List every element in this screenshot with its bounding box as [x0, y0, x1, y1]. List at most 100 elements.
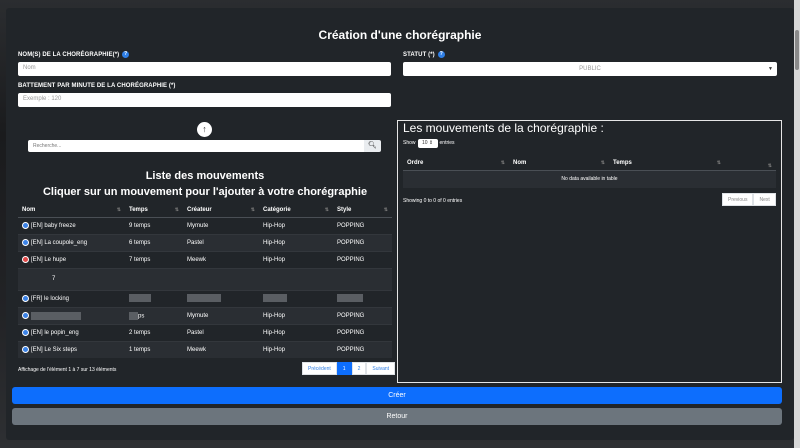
obscured-cell — [129, 293, 151, 302]
move-creator: Meewk — [183, 250, 259, 268]
move-creator: Meewk — [183, 340, 259, 358]
search-input[interactable]: Recherche... — [28, 140, 364, 152]
help-icon[interactable]: ? — [122, 51, 130, 58]
back-button[interactable]: Retour — [12, 408, 782, 425]
pagination-next[interactable]: Suivant — [366, 362, 396, 375]
col-style[interactable]: Style ⇅ — [333, 203, 392, 218]
arrow-up-icon: ↑ — [202, 124, 207, 134]
table-row: No data available in table — [403, 170, 776, 188]
move-category: Hip-Hop — [259, 340, 333, 358]
col-actions[interactable]: ⇅ — [725, 156, 776, 171]
sort-icon: ⇅ — [116, 206, 121, 213]
entries-select[interactable]: 10 ⇕ — [417, 139, 438, 148]
col-nom[interactable]: Nom ⇅ — [18, 203, 125, 218]
page-scrollbar[interactable] — [794, 0, 800, 448]
move-temps — [125, 289, 183, 307]
sort-icon: ⇅ — [500, 159, 505, 166]
table-row[interactable]: ps Mymute Hip-Hop POPPING — [18, 306, 392, 324]
move-category: Hip-Hop — [259, 233, 333, 251]
table-row[interactable]: [EN] le popin_eng 2 temps Pastel Hip-Hop… — [18, 323, 392, 341]
move-name: [FR] le locking — [31, 296, 70, 303]
move-style: POPPING — [333, 306, 392, 324]
name-input[interactable]: Nom — [18, 62, 391, 76]
entries-value: 10 — [421, 140, 428, 146]
create-button[interactable]: Créer — [12, 387, 782, 404]
col-createur[interactable]: Créateur ⇅ — [183, 203, 259, 218]
move-creator — [183, 289, 259, 307]
choreography-moves-title: Les mouvements de la chorégraphie : — [403, 121, 604, 135]
pagination-previous[interactable]: Précédent — [302, 362, 337, 375]
status-value: PUBLIC — [579, 66, 601, 72]
col-temps[interactable]: Temps ⇅ — [125, 203, 183, 218]
col-nom[interactable]: Nom ⇅ — [509, 156, 609, 171]
col-categorie[interactable]: Catégorie ⇅ — [259, 203, 333, 218]
move-name: [EN] La coupole_eng — [31, 240, 88, 247]
col-label: Nom — [513, 159, 527, 166]
move-style — [333, 289, 392, 307]
move-name: [EN] Le hupe — [31, 257, 67, 264]
table-row[interactable]: [EN] La coupole_eng 6 temps Pastel Hip-H… — [18, 233, 392, 251]
table-row[interactable]: [EN] Le hupe 7 temps Meewk Hip-Hop POPPI… — [18, 250, 392, 268]
move-creator: Mymute — [183, 306, 259, 324]
choreography-pagination: Previous Next — [722, 193, 776, 206]
obscured-cell — [263, 293, 287, 302]
moves-table-header: Nom ⇅ Temps ⇅ Créateur ⇅ Catégorie ⇅ Style ⇅ — [18, 203, 392, 218]
search-button[interactable]: 🔍︎ — [364, 140, 381, 152]
move-category: Hip-Hop — [259, 306, 333, 324]
move-temps: 1 temps — [125, 340, 183, 358]
col-label: Catégorie — [263, 206, 291, 213]
moves-table: Nom ⇅ Temps ⇅ Créateur ⇅ Catégorie ⇅ Style ⇅ … — [18, 203, 392, 358]
sort-icon: ⇅ — [383, 206, 388, 213]
choreography-table-info: Showing 0 to 0 of 0 entries — [403, 198, 463, 204]
status-label: STATUT (*)? — [403, 51, 445, 58]
move-creator: Mymute — [183, 216, 259, 234]
obscured-cell — [337, 293, 363, 302]
move-name: [EN] le popin_eng — [31, 330, 79, 337]
status-select[interactable]: PUBLIC ▼ — [403, 62, 777, 76]
move-category: Hip-Hop — [259, 216, 333, 234]
obscured-cell — [129, 311, 138, 320]
table-row[interactable]: [FR] le locking — [18, 289, 392, 307]
scroll-up-button[interactable]: ↑ — [197, 122, 212, 137]
sort-icon: ⇅ — [716, 159, 721, 166]
move-style: POPPING — [333, 250, 392, 268]
pagination-page-1[interactable]: 1 — [336, 362, 352, 375]
status-label-text: STATUT (*) — [403, 52, 435, 59]
bpm-input[interactable]: Exemple : 120 — [18, 93, 391, 107]
pagination-previous[interactable]: Previous — [722, 193, 754, 206]
move-name: [EN] baby freeze — [31, 223, 76, 230]
sort-icon: ⇅ — [250, 206, 255, 213]
col-label: Style — [337, 206, 352, 213]
sort-icon: ⇅ — [767, 162, 772, 169]
pagination-next[interactable]: Next — [753, 193, 776, 206]
col-label: Temps — [613, 159, 632, 166]
table-row[interactable]: [EN] baby freeze 9 temps Mymute Hip-Hop … — [18, 216, 392, 234]
move-creator: Pastel — [183, 233, 259, 251]
dropdown-arrow-icon: ▼ — [768, 66, 773, 72]
move-temps: 9 temps — [125, 216, 183, 234]
move-temps: 7 temps — [125, 250, 183, 268]
pagination-page-2[interactable]: 2 — [351, 362, 367, 375]
move-status-icon — [22, 328, 29, 336]
move-category — [259, 289, 333, 307]
search-icon: 🔍︎ — [368, 142, 377, 149]
pagination: Précédent 1 2 Suivant — [302, 362, 396, 375]
obscured-cell — [31, 311, 81, 320]
col-label: Ordre — [407, 159, 424, 166]
name-label-text: NOM(S) DE LA CHORÉGRAPHIE(*) — [18, 52, 120, 59]
move-category: Hip-Hop — [259, 250, 333, 268]
move-status-icon — [22, 346, 29, 354]
move-creator: Pastel — [183, 323, 259, 341]
page-title: Création d'une chorégraphie — [318, 28, 482, 42]
col-temps[interactable]: Temps ⇅ — [609, 156, 725, 171]
help-icon[interactable]: ? — [437, 51, 445, 58]
moves-list-instruction: Cliquer sur un mouvement pour l'ajouter … — [42, 186, 368, 198]
entries-length-control: Show 10 ⇕ entries — [403, 139, 455, 148]
move-temps: 2 temps — [125, 323, 183, 341]
bpm-label: BATTEMENT PAR MINUTE DE LA CHORÉGRAPHIE … — [18, 83, 176, 89]
entries-label: entries — [439, 140, 455, 146]
table-row[interactable]: [EN] Le Six steps 1 temps Meewk Hip-Hop … — [18, 340, 392, 358]
table-info: Affichage de l'élément 1 à 7 sur 13 élém… — [18, 367, 117, 373]
col-ordre[interactable]: Ordre ⇅ — [403, 156, 509, 171]
move-temps-detail: 7 — [18, 267, 392, 290]
